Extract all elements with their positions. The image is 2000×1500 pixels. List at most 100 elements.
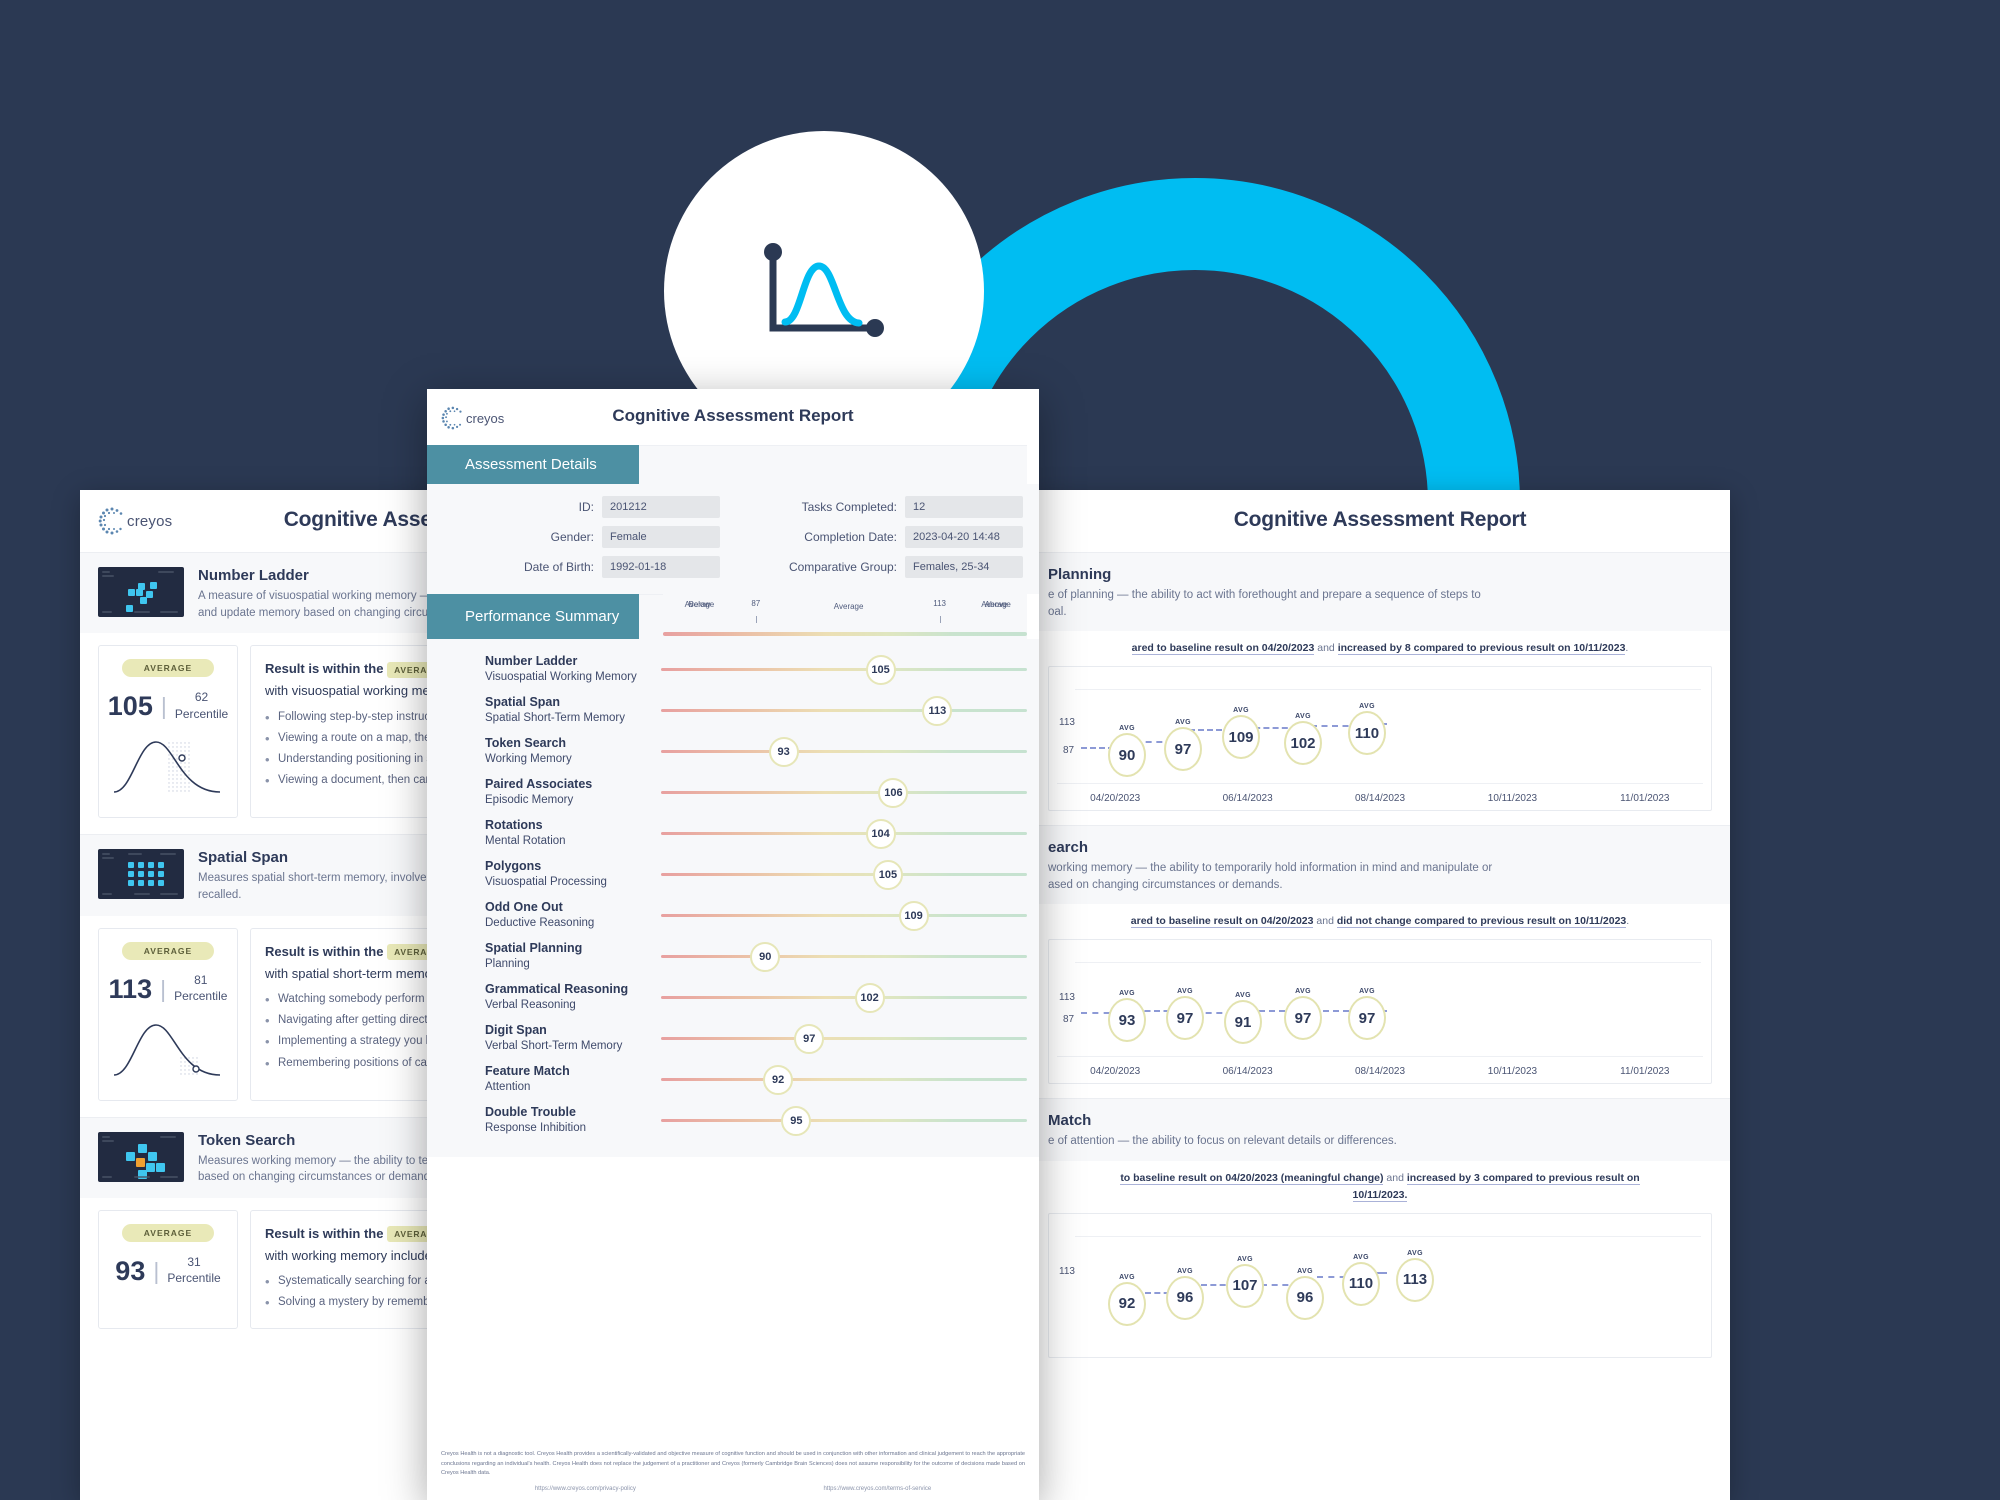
row-score-track: 97 bbox=[661, 1018, 1027, 1059]
node-avg-label: AVG bbox=[1295, 713, 1311, 721]
assessment-details-section: Assessment Details bbox=[427, 445, 1039, 487]
row-score-bubble: 109 bbox=[898, 900, 929, 931]
trend-block: Match e of attention — the ability to fo… bbox=[1030, 1098, 1730, 1358]
row-task-name: Rotations bbox=[485, 818, 543, 833]
node-score: 96 bbox=[1166, 1275, 1204, 1320]
x-tick: 08/14/2023 bbox=[1354, 793, 1406, 805]
performance-row: Double Trouble Response Inhibition 95 bbox=[443, 1100, 1027, 1141]
y-tick-87: 87 bbox=[1063, 745, 1075, 757]
node-score: 107 bbox=[1226, 1263, 1264, 1308]
row-task-name: Spatial Span bbox=[485, 695, 561, 710]
row-score-track: 105 bbox=[661, 854, 1027, 895]
x-tick: 06/14/2023 bbox=[1222, 793, 1273, 805]
page-title: Cognitive Assessment Report bbox=[612, 406, 854, 425]
node-score: 97 bbox=[1166, 996, 1204, 1041]
performance-row: Number Ladder Visuospatial Working Memor… bbox=[443, 649, 1027, 690]
percentile-value: 81 bbox=[194, 972, 208, 987]
trend-node: AVG 113 bbox=[1396, 1250, 1434, 1302]
trend-change-note: to baseline result on 04/20/2023 (meanin… bbox=[1030, 1160, 1730, 1213]
trend-node: AVG 97 bbox=[1348, 988, 1386, 1041]
creyos-logo-icon: creyos bbox=[441, 405, 504, 431]
node-avg-label: AVG bbox=[1359, 703, 1375, 711]
field-label: Comparative Group: bbox=[788, 560, 897, 574]
score-row: 113 | 81 Percentile bbox=[107, 972, 229, 1005]
field-label: Date of Birth: bbox=[523, 560, 594, 574]
x-tick: 04/20/2023 bbox=[1090, 793, 1141, 805]
field-tasks-completed: Tasks Completed: 12 bbox=[746, 496, 1023, 518]
node-avg-label: AVG bbox=[1177, 988, 1193, 996]
node-score: 90 bbox=[1108, 733, 1146, 778]
percentile-label: Percentile bbox=[167, 1271, 221, 1286]
right-report-page: Cognitive Assessment Report Planning e o… bbox=[1030, 490, 1730, 1500]
score-row: 105 | 62 Percentile bbox=[107, 691, 229, 722]
right-report-header: Cognitive Assessment Report bbox=[1030, 490, 1730, 552]
main-report-page: creyos Cognitive Assessment Report Asses… bbox=[427, 389, 1039, 1500]
score-value: 93 bbox=[115, 1256, 146, 1287]
row-task-name: Number Ladder bbox=[485, 654, 578, 669]
trend-block: Planning e of planning — the ability to … bbox=[1030, 552, 1730, 812]
field-id: ID: 201212 bbox=[443, 496, 720, 518]
bell-curve-distribution bbox=[107, 730, 229, 805]
trend-desc-line1: working memory — the ability to temporar… bbox=[1048, 862, 1493, 875]
row-score-bubble: 95 bbox=[781, 1105, 812, 1136]
trend-description: working memory — the ability to temporar… bbox=[1048, 860, 1712, 893]
node-avg-label: AVG bbox=[1235, 992, 1251, 1000]
trend-description: e of attention — the ability to focus on… bbox=[1048, 1133, 1712, 1150]
number-ladder-task-thumbnail bbox=[98, 567, 184, 617]
row-score-track: 92 bbox=[661, 1059, 1027, 1100]
row-score-track: 95 bbox=[661, 1100, 1027, 1141]
field-value: 12 bbox=[905, 496, 1023, 518]
trend-node: AVG 107 bbox=[1226, 1256, 1264, 1308]
terms-of-service-link[interactable]: https://www.creyos.com/terms-of-service bbox=[823, 1486, 931, 1492]
node-avg-label: AVG bbox=[1353, 1253, 1369, 1261]
performance-row: Rotations Mental Rotation 104 bbox=[443, 813, 1027, 854]
row-task-name: Grammatical Reasoning bbox=[485, 982, 629, 997]
trend-header: Planning e of planning — the ability to … bbox=[1030, 553, 1730, 632]
privacy-policy-link[interactable]: https://www.creyos.com/privacy-policy bbox=[535, 1486, 636, 1492]
node-avg-label: AVG bbox=[1119, 1273, 1135, 1281]
score-card: AVERAGE 93 | 31 Percentile bbox=[98, 1210, 238, 1329]
percentile-value: 62 bbox=[194, 690, 209, 705]
creyos-logo-icon: creyos bbox=[98, 506, 172, 536]
row-score-bubble: 97 bbox=[794, 1023, 825, 1054]
field-label: Gender: bbox=[550, 530, 594, 544]
trend-task-name: Match bbox=[1048, 1112, 1092, 1130]
status-badge: AVERAGE bbox=[121, 659, 215, 678]
row-score-bubble: 93 bbox=[768, 736, 799, 767]
score-row: 93 | 31 Percentile bbox=[107, 1255, 229, 1287]
node-avg-label: AVG bbox=[1119, 990, 1135, 998]
performance-row: Spatial Span Spatial Short-Term Memory 1… bbox=[443, 690, 1027, 731]
disclaimer-text: Creyos Health is not a diagnostic tool. … bbox=[441, 1451, 1025, 1476]
x-tick: 10/11/2023 bbox=[1487, 1066, 1538, 1078]
field-completion-date: Completion Date: 2023-04-20 14:48 bbox=[746, 526, 1023, 548]
trend-node: AVG 102 bbox=[1284, 713, 1322, 766]
trend-node: AVG 96 bbox=[1166, 1268, 1204, 1320]
trend-chart: 113 AVG 92 AVG 96 AVG 107 AVG 96 AVG 110… bbox=[1048, 1212, 1712, 1358]
trend-desc-line2: oal. bbox=[1048, 605, 1067, 618]
score-divider: | bbox=[160, 975, 167, 1002]
performance-row: Paired Associates Episodic Memory 106 bbox=[443, 772, 1027, 813]
y-tick-113: 113 bbox=[1059, 992, 1075, 1004]
note-period: . bbox=[1626, 915, 1630, 928]
assessment-details-heading: Assessment Details bbox=[427, 445, 639, 484]
row-task-name: Paired Associates bbox=[485, 777, 593, 792]
trend-task-name: earch bbox=[1048, 839, 1089, 857]
node-score: 91 bbox=[1224, 1000, 1262, 1045]
score-divider: | bbox=[160, 693, 167, 720]
trend-node: AVG 109 bbox=[1222, 707, 1260, 760]
row-score-track: 109 bbox=[661, 895, 1027, 936]
row-score-track: 106 bbox=[661, 772, 1027, 813]
note-conjunction: and bbox=[1386, 1171, 1404, 1184]
node-avg-label: AVG bbox=[1233, 707, 1249, 715]
performance-scale-header: Below Average 87 Average 113 Above Avera… bbox=[663, 594, 1027, 640]
x-axis-labels: 04/20/2023 06/14/2023 08/14/2023 10/11/2… bbox=[1049, 1066, 1711, 1077]
row-domain-name: Visuospatial Processing bbox=[485, 875, 607, 888]
scale-label-average: Average bbox=[833, 602, 864, 611]
percentile-label: Percentile bbox=[174, 706, 229, 721]
trend-node: AVG 92 bbox=[1108, 1274, 1146, 1326]
node-score: 96 bbox=[1286, 1275, 1324, 1320]
node-score: 110 bbox=[1348, 711, 1386, 756]
performance-row: Digit Span Verbal Short-Term Memory 97 bbox=[443, 1018, 1027, 1059]
trend-change-note: ared to baseline result on 04/20/2023 an… bbox=[1030, 631, 1730, 667]
scale-tick-label-87: 87 bbox=[751, 599, 761, 608]
